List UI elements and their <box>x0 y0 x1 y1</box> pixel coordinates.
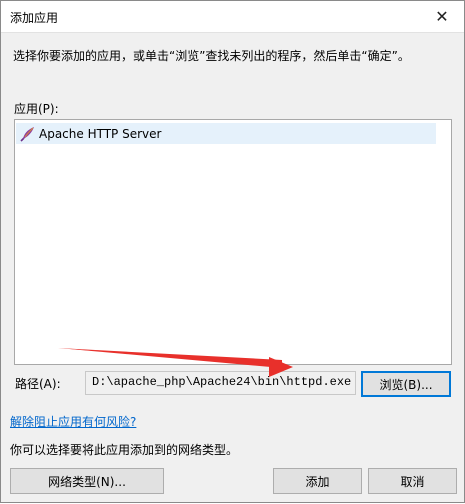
cancel-button[interactable]: 取消 <box>368 468 457 494</box>
browse-button[interactable]: 浏览(B)... <box>361 371 451 397</box>
window-title: 添加应用 <box>10 11 59 25</box>
risk-link[interactable]: 解除阻止应用有何风险? <box>10 413 136 430</box>
apache-feather-icon <box>20 126 34 142</box>
app-list[interactable]: Apache HTTP Server <box>14 119 452 365</box>
close-icon: ✕ <box>435 6 449 26</box>
close-button[interactable]: ✕ <box>420 1 464 31</box>
network-types-button[interactable]: 网络类型(N)... <box>10 468 164 494</box>
network-type-text: 你可以选择要将此应用添加到的网络类型。 <box>10 443 239 457</box>
path-field[interactable]: D:\apache_php\Apache24\bin\httpd.exe <box>85 371 356 395</box>
list-item[interactable]: Apache HTTP Server <box>16 123 436 144</box>
apps-label: 应用(P): <box>14 102 59 116</box>
path-label: 路径(A): <box>15 377 61 391</box>
title-bar: 添加应用 ✕ <box>1 1 464 33</box>
instruction-text: 选择你要添加的应用，或单击“浏览”查找未列出的程序，然后单击“确定”。 <box>13 49 410 63</box>
add-button[interactable]: 添加 <box>273 468 362 494</box>
app-name: Apache HTTP Server <box>39 126 162 141</box>
add-app-dialog: 添加应用 ✕ 选择你要添加的应用，或单击“浏览”查找未列出的程序，然后单击“确定… <box>0 0 465 503</box>
